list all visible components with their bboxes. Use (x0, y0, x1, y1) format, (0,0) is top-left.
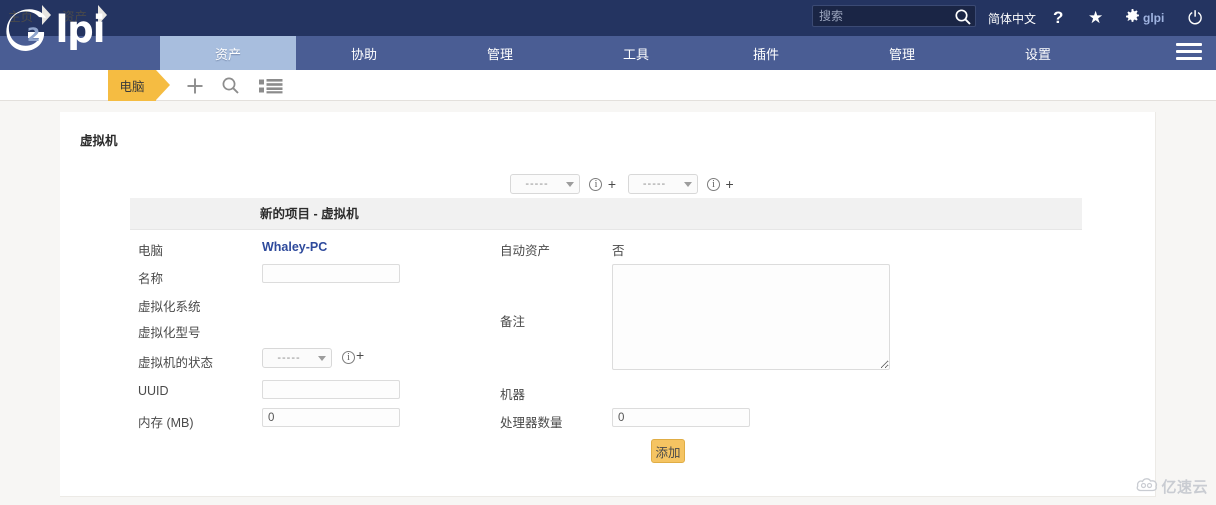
breadcrumb-item-computers[interactable]: 电脑 (108, 70, 156, 101)
auto-asset-value: 否 (612, 244, 625, 258)
content-panel: 虚拟机 ----- i + ----- i + 新的项目 - 虚拟机 电脑 Wh… (60, 112, 1156, 497)
virtualization-system-field-label: 虚拟化系统 (138, 300, 201, 314)
form-header-band: 新的项目 - 虚拟机 (130, 198, 1082, 230)
nav-item-6[interactable]: 设置 (976, 36, 1100, 70)
language-selector[interactable]: 简体中文 (988, 0, 1036, 36)
global-search-box[interactable] (812, 5, 976, 27)
nav-item-label: 设置 (1024, 46, 1051, 62)
template-select[interactable]: ----- (627, 174, 698, 194)
nav-item-0[interactable]: 资产 (160, 36, 296, 70)
hamburger-bar (1176, 50, 1202, 53)
nav-item-label: 插件 (752, 46, 779, 62)
template-select-value: ----- (642, 178, 667, 190)
add-template-plus-icon[interactable]: + (725, 176, 733, 192)
search-icon[interactable] (954, 8, 972, 26)
add-vm-state-plus-icon[interactable]: + (356, 347, 364, 363)
search-icon[interactable] (217, 70, 243, 101)
comment-textarea[interactable] (612, 264, 890, 370)
favorites-star-icon[interactable]: ★ (1088, 0, 1103, 36)
glpi-logo-mark: 2 (6, 8, 48, 52)
gear-icon (1125, 9, 1140, 27)
cpu-count-field-label: 处理器数量 (500, 416, 563, 430)
hamburger-menu-icon[interactable] (1176, 43, 1202, 63)
list-view-icon[interactable] (256, 70, 286, 101)
nav-item-label: 管理 (486, 46, 513, 62)
search-input[interactable] (813, 6, 951, 26)
memory-input[interactable] (262, 408, 400, 427)
info-icon[interactable]: i (589, 177, 603, 191)
settings-user-menu[interactable]: glpi (1125, 0, 1164, 36)
uuid-input[interactable] (262, 380, 400, 399)
name-field-label: 名称 (138, 272, 164, 286)
info-icon[interactable]: i (707, 177, 720, 191)
vm-state-field-label: 虚拟机的状态 (138, 356, 214, 370)
nav-item-label: 管理 (888, 46, 915, 62)
chevron-down-icon (318, 356, 326, 361)
virtualization-model-field-label: 虚拟化型号 (138, 326, 201, 340)
auto-asset-field-label: 自动资产 (500, 244, 551, 258)
chevron-down-icon (566, 182, 574, 187)
cloud-icon (1136, 477, 1161, 496)
nav-item-4[interactable]: 插件 (704, 36, 828, 70)
watermark-text: 亿速云 (1161, 479, 1208, 496)
info-icon[interactable]: i (342, 351, 355, 364)
hamburger-bar (1176, 43, 1202, 46)
main-navigation-bar: 资产 协助 管理 工具 插件 管理 设置 (0, 36, 1216, 70)
vm-state-select-value: ----- (277, 352, 301, 364)
svg-text:2: 2 (27, 24, 39, 46)
itemtype-select[interactable]: ----- (510, 174, 580, 194)
add-button[interactable]: 添加 (651, 439, 685, 463)
nav-item-2[interactable]: 管理 (432, 36, 568, 70)
glpi-logo-text: lpi (55, 8, 106, 51)
glpi-logo[interactable]: 2 lpi (6, 8, 156, 60)
hamburger-bar (1176, 57, 1202, 60)
breadcrumb-active-tip-icon (156, 70, 170, 100)
chevron-down-icon (683, 182, 692, 187)
cpu-count-input[interactable] (612, 408, 750, 427)
nav-item-3[interactable]: 工具 (568, 36, 704, 70)
itemtype-select-value: ----- (525, 178, 549, 190)
nav-item-label: 资产 (214, 46, 241, 62)
add-itemtype-plus-icon[interactable]: + (608, 176, 616, 192)
name-input[interactable] (262, 264, 400, 283)
uuid-field-label: UUID (138, 384, 169, 398)
nav-item-label: 工具 (622, 46, 649, 62)
computer-field-label: 电脑 (138, 244, 164, 258)
watermark: 亿速云 (1136, 476, 1208, 497)
nav-item-5[interactable]: 管理 (840, 36, 964, 70)
plus-icon[interactable] (182, 70, 208, 101)
help-icon[interactable]: ? (1053, 0, 1063, 36)
nav-item-label: 协助 (350, 46, 377, 62)
current-user-label: glpi (1143, 11, 1165, 25)
nav-item-1[interactable]: 协助 (296, 36, 432, 70)
page-title: 虚拟机 (80, 134, 118, 148)
vm-state-select[interactable]: ----- (262, 348, 332, 368)
memory-field-label: 内存 (MB) (138, 416, 194, 430)
logout-power-icon[interactable]: ⏻ (1188, 0, 1202, 36)
comment-field-label: 备注 (500, 315, 526, 329)
machine-field-label: 机器 (500, 388, 526, 402)
form-header-label: 新的项目 - 虚拟机 (260, 207, 359, 221)
top-selects-row: ----- i + ----- i + (510, 174, 741, 194)
computer-name-link[interactable]: Whaley-PC (262, 240, 327, 254)
